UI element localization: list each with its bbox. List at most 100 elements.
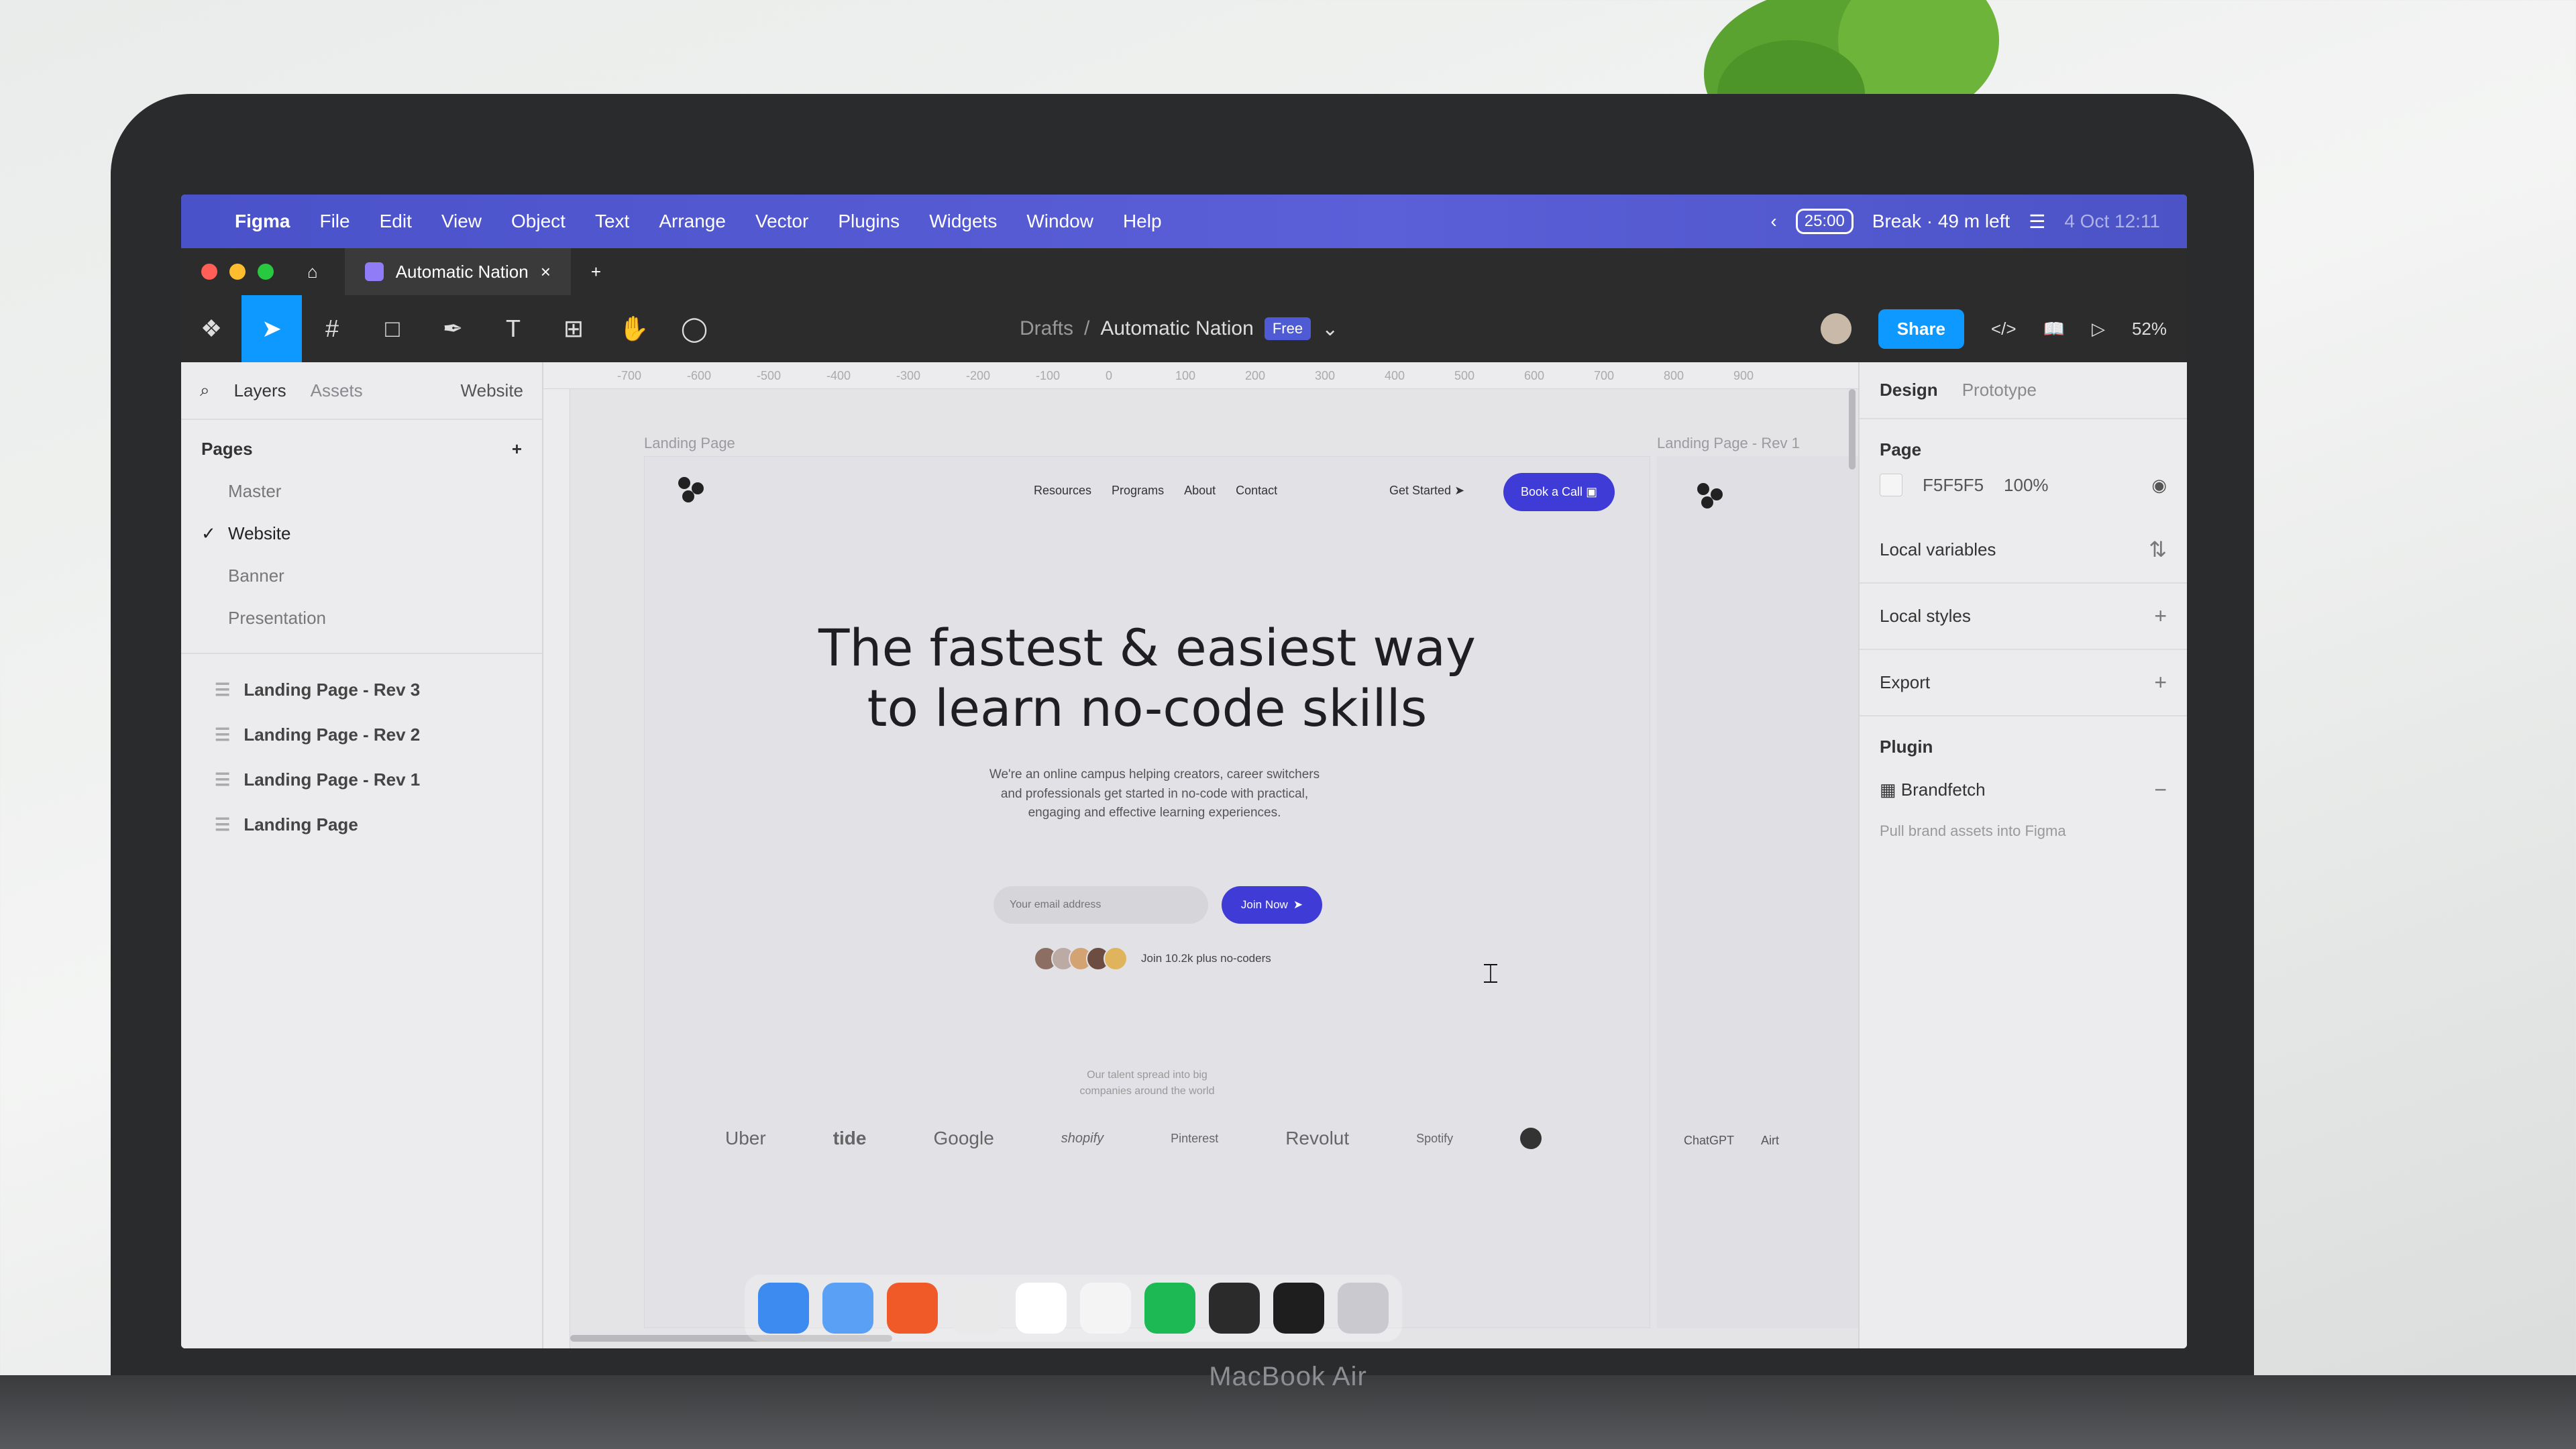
figma-app-icon[interactable] (1273, 1283, 1324, 1334)
search-icon[interactable]: ⌕ (200, 380, 210, 401)
join-now-button[interactable]: Join Now ➤ (1222, 886, 1322, 924)
testflight-icon[interactable] (822, 1283, 873, 1334)
color-swatch[interactable] (1880, 474, 1902, 496)
resources-tool-icon[interactable]: ⊞ (543, 295, 604, 362)
layer-item[interactable]: ☰ Landing Page - Rev 2 (181, 712, 542, 757)
script-editor-icon[interactable] (1209, 1283, 1260, 1334)
focus-timer[interactable]: 25:00 (1795, 209, 1854, 234)
canvas[interactable]: -700 -600 -500 -400 -300 -200 -100 0 100 200 300 40… (543, 362, 1858, 1348)
menu-view[interactable]: View (441, 211, 482, 232)
main-menu-icon[interactable]: ❖ (181, 295, 241, 362)
calendar-icon[interactable] (1080, 1283, 1131, 1334)
pen-tool-icon[interactable]: ✒ (423, 295, 483, 362)
chevron-left-icon[interactable]: ‹ (1770, 211, 1776, 232)
layer-item[interactable]: ☰ Landing Page (181, 802, 542, 847)
vertical-scrollbar[interactable] (1849, 389, 1856, 470)
figma-tab-bar: ⌂ Automatic Nation × + (181, 248, 2187, 295)
page-dropdown[interactable]: Website (461, 380, 523, 401)
menu-object[interactable]: Object (511, 211, 566, 232)
close-tab-icon[interactable]: × (541, 262, 551, 282)
hero-subtitle: We're an online campus helping creators,… (989, 767, 1320, 820)
hand-tool-icon[interactable]: ✋ (604, 295, 664, 362)
text-tool-icon[interactable]: T (483, 295, 543, 362)
export-section[interactable]: Export + (1860, 650, 2187, 716)
spotify-icon[interactable] (1144, 1283, 1195, 1334)
menu-edit[interactable]: Edit (380, 211, 412, 232)
library-icon[interactable]: 📖 (2043, 319, 2065, 339)
close-window-button[interactable] (201, 264, 217, 280)
notion-icon[interactable] (1016, 1283, 1067, 1334)
menu-help[interactable]: Help (1123, 211, 1162, 232)
rectangle-tool-icon[interactable]: □ (362, 295, 423, 362)
menu-text[interactable]: Text (595, 211, 629, 232)
page-item-banner[interactable]: Banner (181, 555, 542, 597)
break-status[interactable]: Break · 49 m left (1872, 211, 2010, 232)
page-color-row[interactable]: F5F5F5 100% ◉ (1860, 474, 2187, 517)
book-call-button[interactable]: Book a Call ▣ (1503, 473, 1615, 511)
landing-page-frame[interactable]: Resources Programs About Contact Get Sta… (644, 456, 1650, 1328)
add-export-icon[interactable]: + (2154, 670, 2167, 695)
user-avatar[interactable] (1820, 313, 1851, 344)
nav-resources[interactable]: Resources (1034, 484, 1091, 498)
local-variables-section[interactable]: Local variables ⇅ (1860, 517, 2187, 584)
page-item-presentation[interactable]: Presentation (181, 597, 542, 639)
add-page-icon[interactable]: + (512, 439, 522, 460)
zoom-level[interactable]: 52% (2132, 319, 2167, 339)
page-opacity[interactable]: 100% (2004, 475, 2049, 496)
share-button[interactable]: Share (1878, 309, 1964, 349)
file-name[interactable]: Automatic Nation (1100, 317, 1253, 340)
get-started-link[interactable]: Get Started ➤ (1389, 484, 1464, 498)
tab-design[interactable]: Design (1880, 380, 1938, 400)
comment-tool-icon[interactable]: ◯ (664, 295, 724, 362)
menu-file[interactable]: File (319, 211, 350, 232)
add-style-icon[interactable]: + (2154, 604, 2167, 629)
pages-heading: Pages (201, 439, 253, 459)
landing-page-rev1-frame[interactable]: ChatGPT Airt (1657, 456, 1858, 1328)
nav-about[interactable]: About (1184, 484, 1216, 498)
menu-window[interactable]: Window (1026, 211, 1093, 232)
layer-item[interactable]: ☰ Landing Page - Rev 1 (181, 757, 542, 802)
frame-tool-icon[interactable]: # (302, 295, 362, 362)
breadcrumb-drafts[interactable]: Drafts (1020, 317, 1073, 340)
menu-vector[interactable]: Vector (755, 211, 808, 232)
control-center-icon[interactable]: ☰ (2029, 211, 2045, 233)
trash-icon[interactable] (1338, 1283, 1389, 1334)
remove-plugin-icon[interactable]: − (2154, 777, 2167, 802)
tab-assets[interactable]: Assets (311, 380, 363, 401)
tab-layers[interactable]: Layers (234, 380, 286, 401)
chatgpt-app-icon[interactable] (951, 1283, 1002, 1334)
minimize-window-button[interactable] (229, 264, 246, 280)
ruler-tick: 900 (1733, 369, 1754, 382)
menu-widgets[interactable]: Widgets (929, 211, 997, 232)
page-item-website[interactable]: Website (181, 513, 542, 555)
email-field[interactable] (994, 886, 1208, 924)
present-icon[interactable]: ▷ (2092, 319, 2105, 339)
layer-item[interactable]: ☰ Landing Page - Rev 3 (181, 667, 542, 712)
nav-programs[interactable]: Programs (1112, 484, 1164, 498)
variables-icon[interactable]: ⇅ (2149, 537, 2167, 562)
date-time[interactable]: 4 Oct 12:11 (2064, 211, 2160, 232)
plugin-name[interactable]: Brandfetch (1901, 780, 1986, 800)
home-icon[interactable]: ⌂ (307, 262, 318, 282)
move-tool-icon[interactable]: ➤ (241, 295, 302, 362)
frame-label-side[interactable]: Landing Page - Rev 1 (1657, 435, 1800, 452)
dev-mode-icon[interactable]: </> (1991, 319, 2017, 339)
nav-contact[interactable]: Contact (1236, 484, 1277, 498)
finder-icon[interactable] (758, 1283, 809, 1334)
menu-app-name[interactable]: Figma (235, 211, 290, 232)
menu-arrange[interactable]: Arrange (659, 211, 726, 232)
plugin-row[interactable]: ▦ Brandfetch − (1860, 777, 2187, 822)
page-item-master[interactable]: Master (181, 470, 542, 513)
new-tab-button[interactable]: + (591, 262, 601, 282)
local-styles-section[interactable]: Local styles + (1860, 584, 2187, 650)
eye-icon[interactable]: ◉ (2151, 475, 2167, 496)
frame-label-main[interactable]: Landing Page (644, 435, 735, 452)
maximize-window-button[interactable] (258, 264, 274, 280)
chevron-down-icon[interactable]: ⌄ (1322, 317, 1338, 341)
frame-icon: ☰ (215, 680, 231, 700)
brave-browser-icon[interactable] (887, 1283, 938, 1334)
menu-plugins[interactable]: Plugins (838, 211, 900, 232)
tab-prototype[interactable]: Prototype (1962, 380, 2037, 400)
file-tab[interactable]: Automatic Nation × (344, 248, 571, 295)
page-color-hex[interactable]: F5F5F5 (1923, 475, 1984, 496)
